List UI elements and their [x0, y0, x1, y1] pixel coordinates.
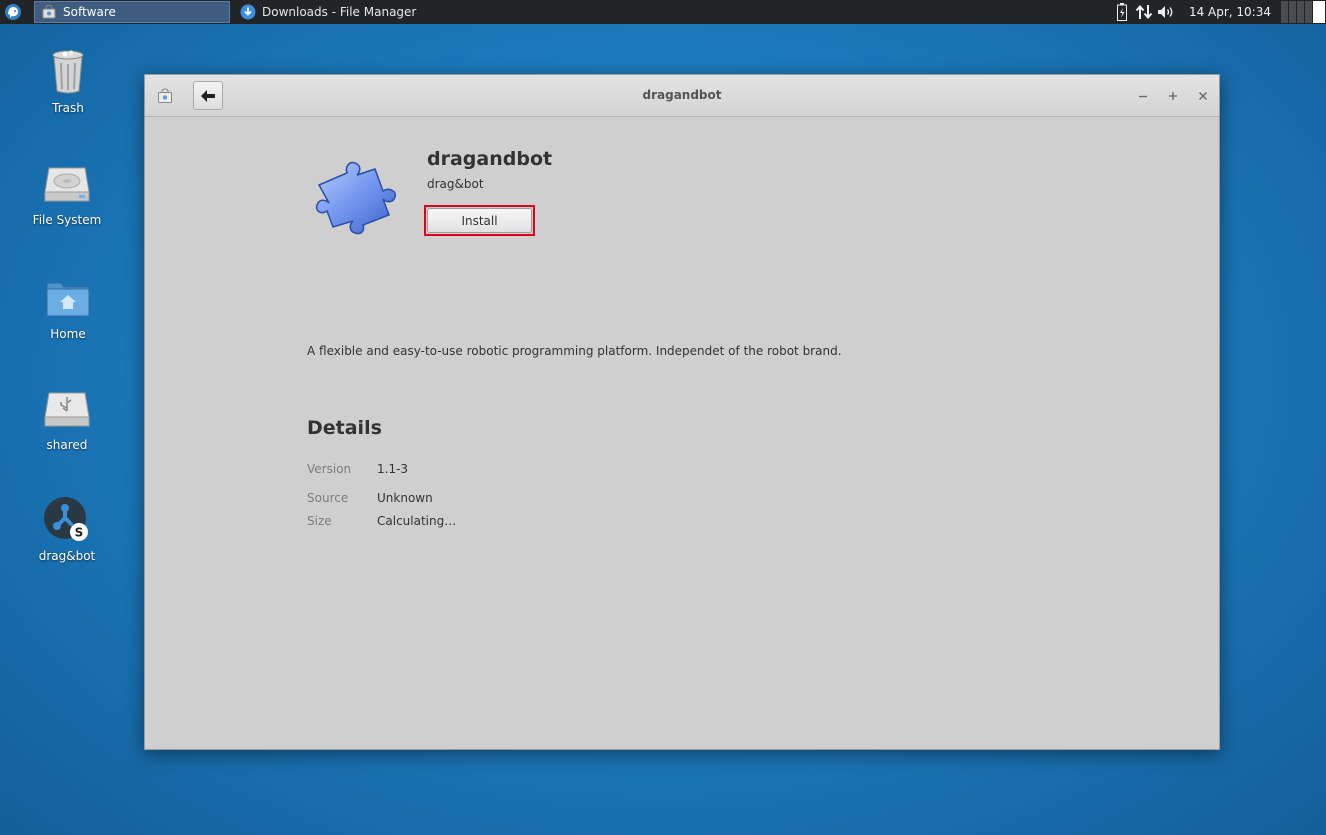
minimize-icon	[1139, 95, 1147, 98]
desktop-icon-label: File System	[32, 213, 102, 227]
taskbar-item-label: Software	[63, 5, 116, 19]
battery-icon[interactable]	[1111, 0, 1133, 24]
workspace-4[interactable]	[1305, 1, 1312, 23]
window-title: dragandbot	[642, 88, 722, 102]
puzzle-piece-icon	[313, 157, 403, 237]
close-icon	[1199, 92, 1207, 100]
taskbar-item-file-manager[interactable]: Downloads - File Manager	[234, 1, 434, 23]
details-value: 1.1-3	[377, 462, 409, 476]
maximize-icon	[1169, 92, 1177, 100]
app-name: dragandbot	[427, 148, 553, 170]
app-summary: drag&bot	[427, 177, 484, 191]
details-row-version: Version 1.1-3	[307, 462, 408, 476]
details-value: Unknown	[377, 491, 433, 505]
minimize-button[interactable]	[1135, 88, 1151, 104]
title-bar[interactable]: dragandbot	[145, 75, 1219, 117]
details-row-source: Source Unknown	[307, 491, 433, 505]
trash-icon	[44, 48, 92, 96]
desktop-icon-home[interactable]: Home	[13, 274, 123, 341]
home-folder-icon	[44, 274, 92, 322]
top-panel: Software Downloads - File Manager 14 Apr…	[0, 0, 1326, 24]
software-window: dragandbot dragandbot drag&bot Install A…	[144, 74, 1220, 750]
hard-drive-icon	[43, 160, 91, 208]
details-key: Size	[307, 514, 332, 528]
clock[interactable]: 14 Apr, 10:34	[1177, 5, 1281, 19]
desktop-icon-label: drag&bot	[38, 549, 96, 563]
install-button[interactable]: Install	[427, 208, 532, 233]
workspace-3[interactable]	[1297, 1, 1304, 23]
workspace-switcher[interactable]	[1281, 1, 1325, 23]
details-key: Version	[307, 462, 352, 476]
system-tray: 14 Apr, 10:34	[1111, 0, 1326, 24]
details-heading: Details	[307, 417, 382, 439]
desktop-icon-trash[interactable]: Trash	[13, 48, 123, 115]
close-button[interactable]	[1195, 88, 1211, 104]
maximize-button[interactable]	[1165, 88, 1181, 104]
dragandbot-logo-icon: S	[43, 496, 91, 544]
app-description: A flexible and easy-to-use robotic progr…	[307, 344, 842, 358]
desktop-icon-file-system[interactable]: File System	[12, 160, 122, 227]
network-icon[interactable]	[1133, 0, 1155, 24]
software-bag-icon	[41, 4, 57, 20]
desktop-icon-label: shared	[46, 438, 88, 452]
desktop-icon-label: Trash	[52, 101, 84, 115]
whisker-menu-icon[interactable]	[0, 0, 26, 24]
details-key: Source	[307, 491, 349, 505]
workspace-2[interactable]	[1289, 1, 1296, 23]
download-icon	[240, 4, 256, 20]
svg-text:S: S	[75, 526, 84, 540]
workspace-current[interactable]	[1313, 1, 1325, 23]
desktop-icon-shared[interactable]: shared	[12, 385, 122, 452]
volume-icon[interactable]	[1155, 0, 1177, 24]
usb-drive-icon	[43, 385, 91, 433]
taskbar-item-software[interactable]: Software	[34, 1, 230, 23]
workspace-1[interactable]	[1281, 1, 1288, 23]
details-row-size: Size Calculating…	[307, 514, 456, 528]
app-details-page: dragandbot drag&bot Install A flexible a…	[145, 117, 1219, 750]
details-value: Calculating…	[377, 514, 457, 528]
taskbar-item-label: Downloads - File Manager	[262, 5, 417, 19]
desktop-icon-label: Home	[50, 327, 86, 341]
desktop-icon-dragandbot[interactable]: S drag&bot	[12, 496, 122, 563]
